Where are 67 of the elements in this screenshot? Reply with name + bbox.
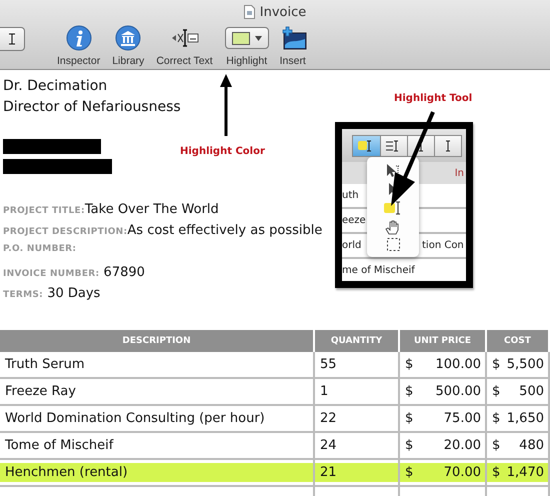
table-cell-text: $ 75.00 — [404, 410, 482, 428]
highlighter-icon — [384, 201, 402, 216]
table-cell: tion Con — [422, 240, 464, 251]
toolbar-button[interactable]: Highlight — [226, 55, 268, 67]
text-cursor-icon — [170, 28, 200, 48]
table-cell: eeze — [342, 215, 366, 226]
text-cursor-button[interactable] — [0, 27, 25, 51]
column-header: UNIT PRICE — [400, 330, 487, 352]
table-cell-text: Freeze Ray — [4, 383, 77, 401]
arrow — [220, 74, 232, 136]
column-header: QUANTITY — [315, 330, 400, 352]
table-cell-text: $ 20.00 — [404, 437, 482, 455]
table-cell-text: 22 — [319, 410, 338, 428]
annotation-label: Highlight Tool — [394, 93, 472, 104]
table-cell: $ 1,470 — [487, 463, 548, 482]
toolbar-button[interactable]: Inspector — [57, 55, 100, 67]
table-cell: 21 — [315, 463, 398, 482]
column-header: COST — [487, 330, 550, 352]
tool-segment[interactable] — [434, 134, 462, 156]
hand-icon — [385, 218, 401, 235]
dashed-square-icon — [386, 238, 400, 252]
table-cell: orld — [342, 240, 362, 251]
toolbar-button[interactable]: Correct Text — [156, 55, 213, 67]
field-label: PROJECT DESCRIPTION: — [3, 227, 128, 237]
table-cell: Henchmen (rental) — [0, 463, 313, 482]
text-cursor-icon — [418, 140, 424, 152]
recipient-line: Dr. Decimation — [3, 77, 108, 96]
pointer-text-icon — [385, 162, 401, 179]
highlight-color-button[interactable] — [224, 27, 269, 49]
columns-icon — [115, 25, 142, 51]
table-cell: $ 70.00 — [400, 463, 485, 482]
recipient-line: Director of Nefariousness — [3, 98, 181, 117]
table-cell-text: 1 — [319, 383, 330, 401]
field-value: 30 Days — [46, 286, 100, 301]
table-cell-text: 55 — [319, 356, 338, 374]
toolbar-button[interactable]: Library — [112, 55, 144, 67]
table-cell-text: $ 480 — [491, 437, 545, 455]
window-title: Invoice — [260, 4, 306, 20]
caret-icon — [254, 36, 262, 40]
info-icon — [66, 25, 92, 51]
text-cursor-icon — [7, 33, 17, 45]
field-value: As cost effectively as possible — [127, 223, 322, 238]
table-cell-text: 24 — [319, 437, 338, 455]
table-cell-text: $ 100.00 — [404, 356, 482, 374]
field-label: INVOICE NUMBER: — [3, 269, 100, 279]
tool-segment[interactable] — [380, 134, 408, 156]
document-icon — [244, 5, 255, 19]
table-cell-text: $ 500.00 — [404, 383, 482, 401]
field-label: TERMS: — [3, 290, 44, 300]
table-cell-text: $ 500 — [491, 383, 545, 401]
tool-segment[interactable] — [352, 134, 381, 156]
annotation-label: Highlight Color — [180, 146, 265, 157]
toolbar-button[interactable]: Insert — [280, 55, 306, 67]
table-cell-text: Truth Serum — [4, 356, 86, 374]
table-cell-text: Tome of Mischeif — [4, 437, 115, 455]
table-cell-text: $ 1,650 — [491, 410, 545, 428]
table-cell: me of Mischeif — [342, 265, 415, 276]
field-value: 67890 — [102, 265, 145, 280]
table-cell: uth — [342, 190, 359, 201]
column-header: DESCRIPTION — [0, 330, 315, 352]
table-cell-text: World Domination Consulting (per hour) — [4, 410, 266, 428]
column-header: In — [454, 168, 464, 178]
field-value: Take Over The World — [84, 202, 219, 217]
text-cursor-icon — [445, 140, 451, 152]
table-cell-text: $ 5,500 — [491, 356, 545, 374]
field-label: PROJECT TITLE: — [3, 206, 85, 216]
field-label: P.O. NUMBER: — [3, 244, 76, 254]
